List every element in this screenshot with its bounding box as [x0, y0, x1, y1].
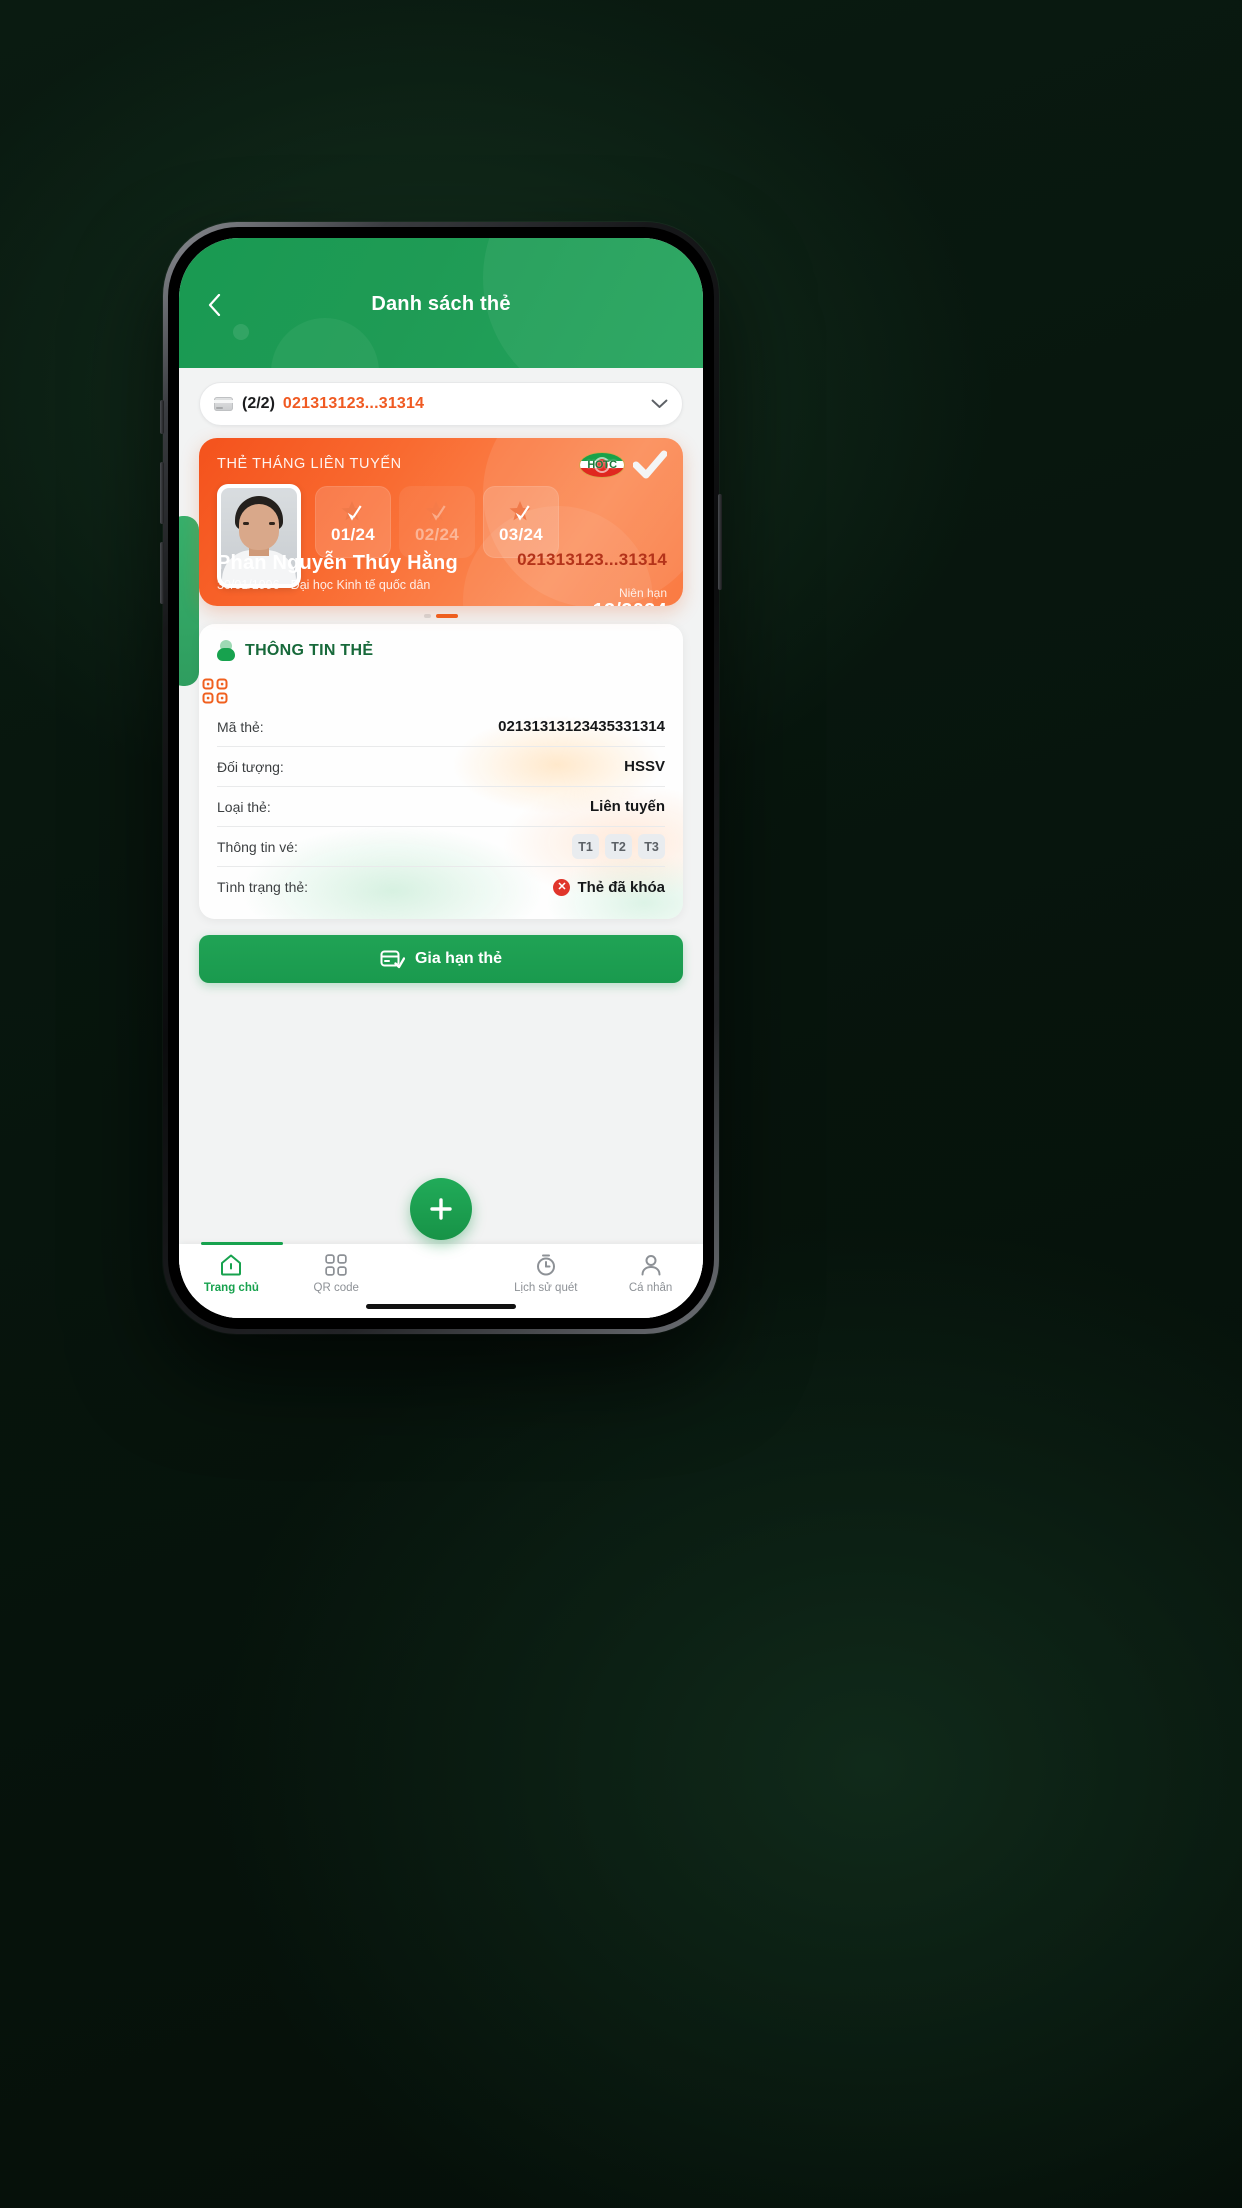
volume-down-button[interactable] — [160, 542, 164, 604]
row-label: Mã thẻ: — [217, 718, 264, 735]
chevron-down-icon[interactable] — [651, 399, 668, 409]
home-indicator — [366, 1304, 516, 1309]
card-info-rows: Mã thẻ: 02131313123435331314 Đối tượng: … — [217, 707, 665, 907]
phone-device: Danh sách thẻ (2/2) 021313123...31314 TH… — [160, 222, 722, 1334]
renew-card-label: Gia hạn thẻ — [414, 950, 503, 967]
hotc-logo: HOTC — [579, 452, 625, 478]
avatar-eye — [269, 522, 275, 525]
card-info-title: THÔNG TIN THẺ — [245, 642, 374, 659]
user-icon — [641, 1255, 661, 1276]
star-ticket-icon — [425, 500, 447, 521]
check-icon — [633, 450, 667, 479]
nav-item-home[interactable]: Trang chủ — [179, 1253, 284, 1294]
plus-icon — [430, 1198, 452, 1220]
star-ticket-icon — [341, 500, 363, 521]
month-label: 03/24 — [498, 524, 544, 544]
month-label: 02/24 — [414, 524, 460, 544]
month-badge-2[interactable]: 02/24 — [399, 486, 475, 558]
app-screen: Danh sách thẻ (2/2) 021313123...31314 TH… — [179, 238, 703, 1318]
month-badge-3[interactable]: 03/24 — [483, 486, 559, 558]
table-row: Đối tượng: HSSV — [217, 747, 665, 787]
error-icon: ✕ — [553, 878, 571, 896]
nav-item-profile[interactable]: Cá nhân — [598, 1253, 703, 1294]
star-ticket-icon — [509, 500, 531, 521]
row-label: Đối tượng: — [217, 758, 284, 775]
history-icon — [536, 1254, 555, 1276]
card-info-section: THÔNG TIN THẺ Mã thẻ: 021313131234353313… — [179, 618, 703, 919]
row-label: Thông tin vé: — [217, 838, 298, 855]
card-icon — [214, 397, 233, 411]
table-row: Thông tin vé: T1 T2 T3 — [217, 827, 665, 867]
card-selector-number: 021313123...31314 — [282, 395, 425, 412]
row-value: Liên tuyến — [589, 798, 665, 815]
add-card-fab[interactable] — [410, 1178, 472, 1240]
avatar-face — [239, 504, 279, 550]
hotc-logo-text: HOTC — [587, 459, 617, 471]
person-icon-body — [217, 648, 235, 661]
month-label: 01/24 — [330, 524, 376, 544]
card-selector-section: (2/2) 021313123...31314 — [179, 368, 703, 426]
renew-card-icon — [380, 950, 405, 968]
nav-item-scan-history[interactable]: Lịch sử quét — [493, 1253, 598, 1294]
renew-card-button[interactable]: Gia hạn thẻ — [199, 935, 683, 983]
app-header: Danh sách thẻ — [179, 238, 703, 368]
mute-switch[interactable] — [160, 400, 164, 434]
nav-label-profile: Cá nhân — [628, 1282, 673, 1294]
carousel-dot[interactable] — [424, 614, 431, 618]
active-tab-indicator — [201, 1242, 283, 1245]
card-selector[interactable]: (2/2) 021313123...31314 — [199, 382, 683, 426]
nav-label-home: Trang chủ — [203, 1282, 259, 1294]
card-info-header: THÔNG TIN THẺ — [217, 640, 665, 662]
row-value: 02131313123435331314 — [498, 718, 665, 735]
validity-label: Niên hạn — [618, 586, 667, 600]
ticket-badges: HOTC — [579, 450, 667, 480]
person-icon — [217, 640, 235, 662]
carousel-dot-active[interactable] — [436, 614, 458, 618]
holder-name: Phan Nguyễn Thúy Hằng — [217, 552, 458, 574]
status-text: Thẻ đã khóa — [577, 878, 665, 896]
ticket-card-section: THẺ THÁNG LIÊN TUYẾN HOTC 01/24 02/24 03… — [179, 426, 703, 618]
qr-code-icon[interactable] — [201, 677, 229, 705]
ticket-chip-t2[interactable]: T2 — [605, 834, 632, 859]
header-decoration — [271, 318, 379, 368]
status-badge: ✕ Thẻ đã khóa — [553, 878, 665, 896]
ticket-card-number: 021313123...31314 — [517, 550, 667, 569]
row-value: HSSV — [624, 758, 665, 775]
row-label: Tình trạng thẻ: — [217, 879, 309, 895]
ticket-card[interactable]: THẺ THÁNG LIÊN TUYẾN HOTC 01/24 02/24 03… — [199, 438, 683, 606]
month-badge-1[interactable]: 01/24 — [315, 486, 391, 558]
nav-item-qr-code[interactable]: QR code — [284, 1253, 389, 1294]
ticket-chip-t3[interactable]: T3 — [638, 834, 665, 859]
table-row: Tình trạng thẻ: ✕ Thẻ đã khóa — [217, 867, 665, 907]
row-label: Loại thẻ: — [217, 798, 271, 815]
ticket-chips: T1 T2 T3 — [572, 834, 665, 859]
table-row: Loại thẻ: Liên tuyến — [217, 787, 665, 827]
carousel-indicator — [199, 614, 683, 618]
volume-up-button[interactable] — [160, 462, 164, 524]
validity-value: 12/2024 — [517, 600, 667, 606]
cta-section: Gia hạn thẻ — [179, 919, 703, 983]
header-decoration — [233, 324, 249, 340]
month-badges: 01/24 02/24 03/24 — [315, 486, 559, 558]
app-content: (2/2) 021313123...31314 THẺ THÁNG LIÊN T… — [179, 368, 703, 1318]
home-icon — [221, 1254, 242, 1276]
ticket-chip-t1[interactable]: T1 — [572, 834, 599, 859]
card-selector-count: (2/2) — [242, 395, 275, 412]
holder-details: 30/01/1996 · Đại học Kinh tế quốc dân — [217, 578, 431, 592]
power-button[interactable] — [718, 494, 722, 590]
nav-label-scan-history: Lịch sử quét — [514, 1282, 578, 1294]
qr-code-icon — [325, 1254, 347, 1276]
device-bezel: Danh sách thẻ (2/2) 021313123...31314 TH… — [168, 227, 714, 1329]
table-row: Mã thẻ: 02131313123435331314 — [217, 707, 665, 747]
card-info-panel: THÔNG TIN THẺ Mã thẻ: 021313131234353313… — [199, 624, 683, 919]
page-title: Danh sách thẻ — [371, 293, 511, 315]
ticket-card-holder: Phan Nguyễn Thúy Hằng 30/01/1996 · Đại h… — [217, 552, 458, 592]
nav-label-qr-code: QR code — [313, 1282, 359, 1294]
avatar-eye — [243, 522, 249, 525]
ticket-card-right: 021313123...31314 Niên hạn 12/2024 — [517, 550, 667, 606]
